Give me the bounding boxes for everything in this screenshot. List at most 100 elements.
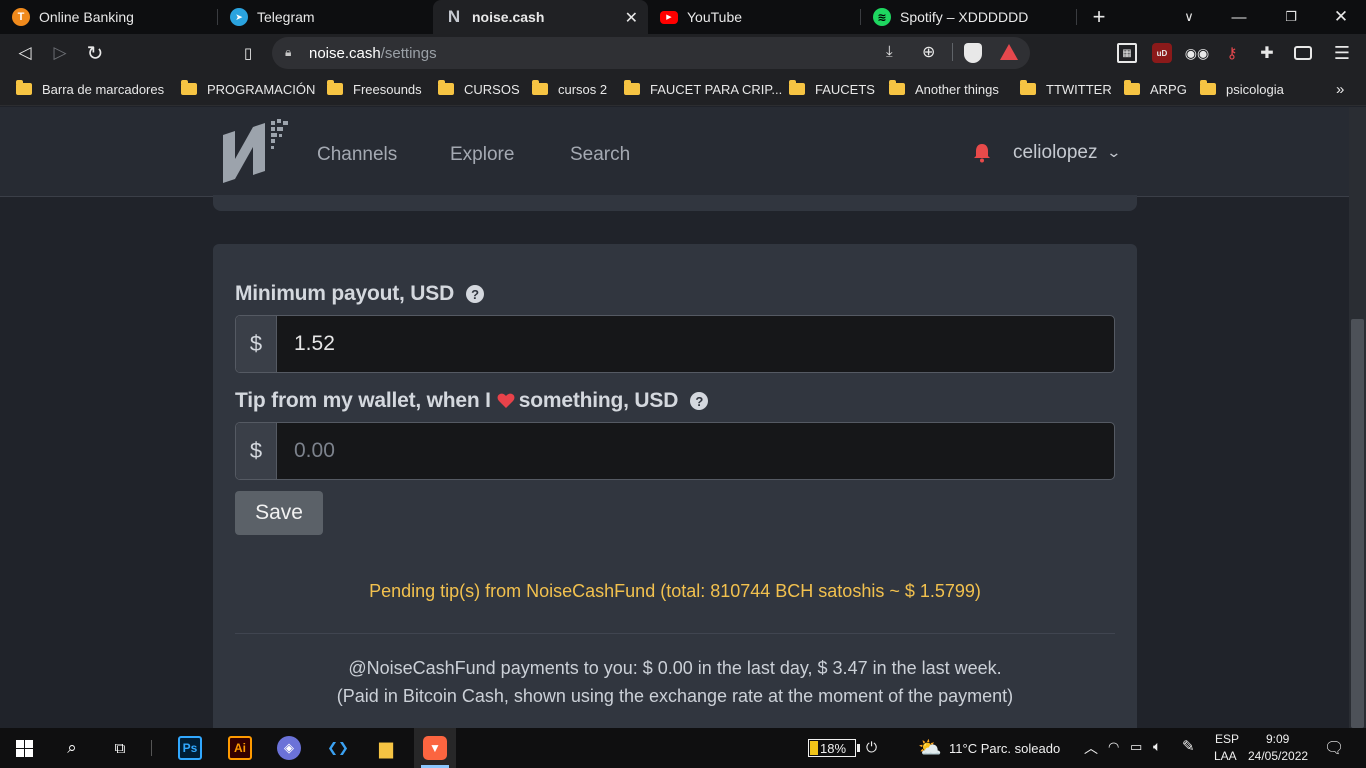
wallet-icon[interactable] [1294,46,1312,60]
browser-tab-strip: T Online Banking ➤ Telegram N noise.cash… [0,0,1366,34]
zoom-icon[interactable]: ⊕ [922,42,935,62]
nav-explore-link[interactable]: Explore [450,144,514,166]
pending-tips-notice: Pending tip(s) from NoiseCashFund (total… [369,581,981,601]
notifications-bell-icon[interactable] [973,143,991,163]
payments-summary: @NoiseCashFund payments to you: $ 0.00 i… [336,658,1014,706]
task-view-icon[interactable]: ⧉ [108,736,132,760]
bookmark-folder[interactable]: FAUCETS [789,80,875,98]
bookmark-folder[interactable]: ARPG [1124,80,1187,98]
folder-icon [16,80,32,95]
minimize-icon[interactable]: — [1224,0,1254,34]
youtube-icon: ▶ [660,10,678,24]
language-top[interactable]: ESP [1215,732,1239,746]
windows-taskbar: ⌕ ⧉ Ps Ai ◈ ❮❯ ▆ ▼ 18% ⏻ ⛅ 11°C Parc. so… [0,728,1366,768]
illustrator-icon[interactable]: Ai [228,736,252,760]
folder-icon [532,80,548,95]
bookmarks-overflow-button[interactable]: » [1336,80,1344,98]
bookmark-folder[interactable]: Freesounds [327,80,422,98]
address-bar[interactable]: 🔒︎ noise.cash/settings ⤓ ⊕ [272,37,1030,69]
bookmark-folder[interactable]: TTWITTER [1020,80,1112,98]
qr-code-icon[interactable]: ▦ [1117,43,1137,63]
tab-search-chevron-icon[interactable]: ∨ [1176,0,1202,34]
tip-label: Tip from my wallet, when I something, US… [235,389,709,413]
tip-input-group: $ [235,422,1115,480]
noise-cash-logo[interactable] [223,119,293,185]
install-app-icon[interactable]: ⤓ [886,43,893,60]
key-extension-icon[interactable]: ⚷ [1222,43,1242,63]
bank-icon: T [12,8,30,26]
spy-extension-icon[interactable]: ◉◉ [1185,43,1209,63]
tray-chevron-up-icon[interactable]: ︿ [1084,738,1098,758]
close-window-icon[interactable]: ✕ [1326,0,1356,34]
tip-amount-input[interactable] [277,423,1114,479]
windows-start-icon[interactable] [16,740,33,757]
bookmark-folder[interactable]: PROGRAMACIÓN [181,80,315,98]
battery-indicator[interactable]: 18% [808,739,856,757]
bookmark-folder[interactable]: FAUCET PARA CRIP... [624,80,782,98]
browser-toolbar: ◁ ▷ ↻ ▯ 🔒︎ noise.cash/settings ⤓ ⊕ ▦ uD … [0,34,1366,72]
tab-title: Online Banking [39,9,134,25]
user-menu-name[interactable]: celiolopez [1013,142,1098,164]
folder-icon [1124,80,1140,95]
photoshop-icon[interactable]: Ps [178,736,202,760]
min-payout-input-group: $ [235,315,1115,373]
tab-telegram[interactable]: ➤ Telegram [218,0,433,34]
volume-icon[interactable]: 🔈︎ [1153,738,1161,755]
forward-icon[interactable]: ▷ [49,42,71,64]
tab-title: noise.cash [472,9,545,25]
tab-spotify[interactable]: ≋ Spotify – XDDDDDD [861,0,1077,34]
bookmark-folder[interactable]: cursos 2 [532,80,607,98]
min-payout-input[interactable] [277,316,1114,372]
folder-icon [624,80,640,95]
page-scrollbar[interactable] [1349,107,1366,728]
tab-youtube[interactable]: ▶ YouTube [648,0,861,34]
battery-tray-icon[interactable]: ▭ [1130,739,1142,755]
min-payout-label: Minimum payout, USD ? [235,282,485,306]
bookmark-icon[interactable]: ▯ [237,42,259,64]
chevron-down-icon[interactable]: ⌄ [1106,144,1121,161]
weather-icon[interactable]: ⛅ [918,736,942,760]
network-icon[interactable]: ◠ [1108,739,1119,755]
help-icon[interactable]: ? [466,285,485,303]
back-icon[interactable]: ◁ [14,42,36,64]
site-header: Channels Explore Search celiolopez ⌄ [0,107,1349,197]
extensions-puzzle-icon[interactable]: ✚ [1257,43,1277,63]
close-tab-icon[interactable]: ✕ [625,8,638,28]
help-icon[interactable]: ? [690,392,709,410]
new-tab-button[interactable]: + [1086,0,1112,34]
bookmark-folder[interactable]: Barra de marcadores [16,80,164,98]
tab-online-banking[interactable]: T Online Banking [0,0,218,34]
ublock-icon[interactable]: uD [1152,43,1172,63]
brave-rewards-icon[interactable] [1000,44,1018,60]
folder-icon [1020,80,1036,95]
scrollbar-thumb[interactable] [1351,319,1364,728]
previous-settings-card [213,195,1137,211]
vscode-icon[interactable]: ❮❯ [326,736,350,760]
currency-addon: $ [236,423,277,479]
search-icon[interactable]: ⌕ [60,736,84,760]
bookmark-folder[interactable]: psicologia [1200,80,1284,98]
save-button[interactable]: Save [235,491,323,535]
language-bottom[interactable]: LAA [1214,749,1237,763]
restore-icon[interactable]: ❐ [1276,0,1306,34]
nav-search-link[interactable]: Search [570,144,630,166]
clock-time[interactable]: 9:09 [1266,732,1289,746]
weather-text[interactable]: 11°C Parc. soleado [949,741,1060,756]
page-content: Channels Explore Search celiolopez ⌄ Min… [0,107,1366,728]
menu-icon[interactable]: ☰ [1332,43,1352,63]
bookmark-folder[interactable]: Another things [889,80,999,98]
file-explorer-icon[interactable]: ▆ [374,736,398,760]
pen-icon[interactable]: ✎ [1182,737,1195,755]
brave-shields-icon[interactable] [964,43,982,63]
clock-date[interactable]: 24/05/2022 [1248,749,1308,763]
folder-icon [438,80,454,95]
folder-icon [789,80,805,95]
tab-noise-cash[interactable]: N noise.cash ✕ [433,0,648,34]
notification-center-icon[interactable]: 🗨︎ [1324,738,1344,758]
heart-icon [497,393,515,408]
telegram-icon: ➤ [230,8,248,26]
brave-vpn-icon[interactable]: ◈ [277,736,301,760]
bookmark-folder[interactable]: CURSOS [438,80,520,98]
nav-channels-link[interactable]: Channels [317,144,397,166]
reload-icon[interactable]: ↻ [84,42,106,65]
